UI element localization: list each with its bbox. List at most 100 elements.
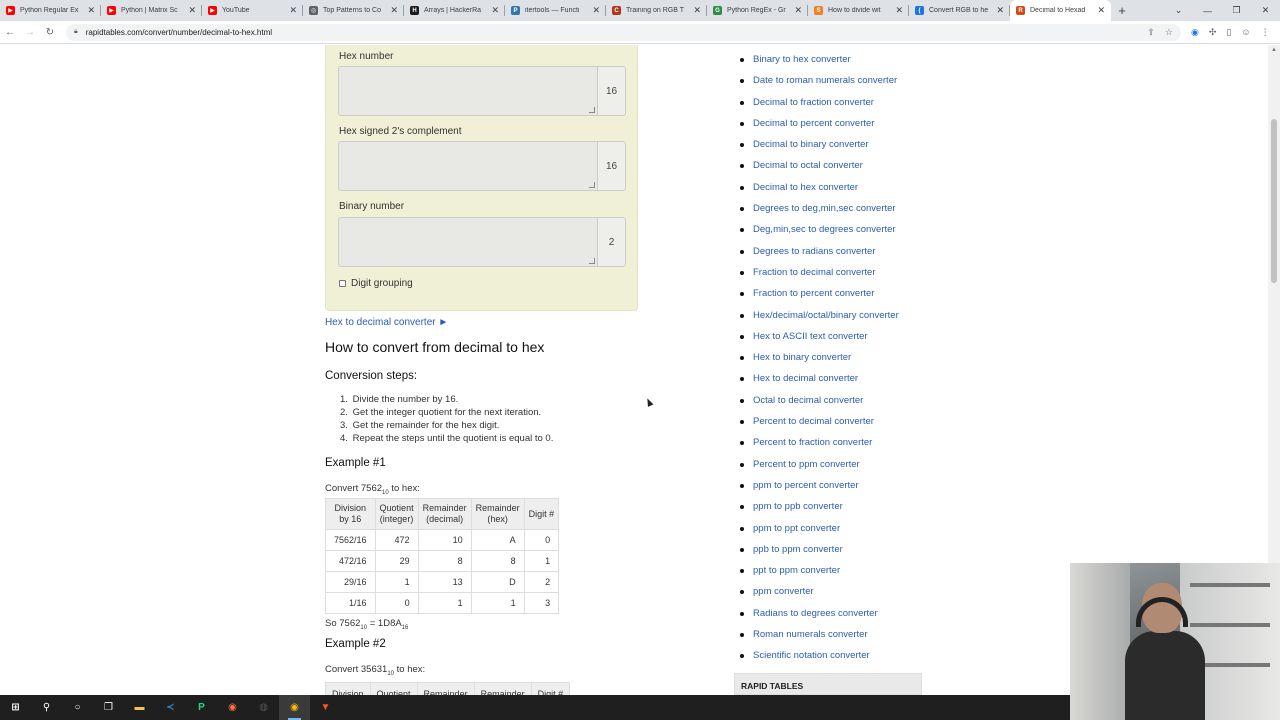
- taskbar-item[interactable]: ❐: [93, 695, 124, 720]
- sidebar-list-item: Hex/decimal/octal/binary converter: [740, 307, 899, 328]
- taskbar-item[interactable]: ≺: [155, 695, 186, 720]
- close-tab-icon[interactable]: ✕: [188, 5, 196, 16]
- taskbar-item[interactable]: ◉: [279, 695, 310, 720]
- sidebar-converter-link[interactable]: Hex to ASCII text converter: [753, 328, 868, 345]
- taskbar-item[interactable]: ⚲: [31, 695, 62, 720]
- sidebar-converter-link[interactable]: Fraction to percent converter: [753, 285, 874, 302]
- close-tab-icon[interactable]: ✕: [895, 5, 903, 16]
- address-bar[interactable]: 🔒︎ rapidtables.com/convert/number/decima…: [66, 23, 1181, 41]
- taskbar-item[interactable]: P: [186, 695, 217, 720]
- taskbar-item[interactable]: ○: [62, 695, 93, 720]
- sidebar-converter-link[interactable]: Percent to fraction converter: [753, 434, 872, 451]
- windows-taskbar: ⊞ ⚲ ○ ❐ ▬ ≺ P ◉ ◍ ◉ ▼: [0, 695, 1070, 720]
- puzzle-extensions-icon[interactable]: ✣: [1209, 27, 1217, 38]
- browser-tab[interactable]: ◎ Top Patterns to Co ✕: [303, 0, 404, 21]
- sidebar-converter-link[interactable]: Degrees to deg,min,sec converter: [753, 200, 896, 217]
- hex-number-textarea[interactable]: [338, 66, 598, 116]
- hex-to-decimal-link[interactable]: Hex to decimal converter ►: [325, 317, 448, 328]
- table-cell: 0: [374, 592, 419, 614]
- close-tab-icon[interactable]: ✕: [794, 5, 802, 16]
- bookmark-star-icon[interactable]: ☆: [1165, 27, 1173, 38]
- table-cell: 1/16: [325, 592, 376, 614]
- browser-tab[interactable]: C Training on RGB T ✕: [606, 0, 707, 21]
- browser-tab[interactable]: G Python RegEx - Gr ✕: [707, 0, 808, 21]
- sidebar-converter-link[interactable]: Date to roman numerals converter: [753, 72, 897, 89]
- sidebar-converter-link[interactable]: ppm to ppb converter: [753, 498, 843, 515]
- close-tab-icon[interactable]: ✕: [390, 5, 398, 16]
- hex-2s-complement-textarea[interactable]: [338, 141, 598, 191]
- search-icon: ⚲: [42, 702, 51, 713]
- table-header-cell: Quotient (integer): [374, 498, 419, 530]
- sidebar-converter-link[interactable]: Percent to ppm converter: [753, 456, 860, 473]
- sidebar-converter-link[interactable]: Deg,min,sec to degrees converter: [753, 221, 896, 238]
- conversion-steps-list: 1. Divide the number by 16. 2. Get the in…: [340, 393, 553, 445]
- maximize-icon[interactable]: ❐: [1222, 5, 1251, 16]
- scrollbar-thumb[interactable]: [1271, 119, 1277, 283]
- sidebar-converter-link[interactable]: Decimal to hex converter: [753, 179, 858, 196]
- sidebar-converter-link[interactable]: ppt to ppm converter: [753, 562, 840, 579]
- close-tab-icon[interactable]: ✕: [693, 5, 701, 16]
- sidebar-converter-link[interactable]: Fraction to decimal converter: [753, 264, 876, 281]
- close-window-icon[interactable]: ✕: [1251, 5, 1280, 16]
- browser-tab[interactable]: S How to divide wit ✕: [808, 0, 909, 21]
- sidebar-converter-link[interactable]: Scientific notation converter: [753, 647, 870, 664]
- side-panel-icon[interactable]: ▯: [1226, 27, 1231, 38]
- lock-icon[interactable]: 🔒︎: [74, 28, 78, 36]
- binary-number-textarea[interactable]: [338, 217, 598, 267]
- tab-search-icon[interactable]: ⌄: [1164, 5, 1193, 16]
- browser-tab[interactable]: ▶ Python | Matrix Sc ✕: [101, 0, 202, 21]
- sidebar-converter-link[interactable]: Radians to degrees converter: [753, 605, 878, 622]
- sidebar-converter-link[interactable]: ppm to percent converter: [753, 477, 859, 494]
- browser-tab[interactable]: ▶ Python Regular Ex ✕: [0, 0, 101, 21]
- share-icon[interactable]: ⇪: [1147, 27, 1155, 38]
- sidebar-converter-link[interactable]: Binary to hex converter: [753, 51, 851, 68]
- new-tab-button[interactable]: +: [1111, 0, 1133, 21]
- profile-icon[interactable]: ☺: [1241, 27, 1250, 38]
- back-icon[interactable]: ←: [0, 27, 20, 38]
- sidebar-converter-link[interactable]: Degrees to radians converter: [753, 243, 876, 260]
- close-tab-icon[interactable]: ✕: [1097, 5, 1105, 16]
- minimize-icon[interactable]: —: [1193, 6, 1222, 16]
- sidebar-converter-link[interactable]: Decimal to fraction converter: [753, 94, 874, 111]
- reload-icon[interactable]: ↻: [40, 27, 60, 38]
- sidebar-converter-link[interactable]: Roman numerals converter: [753, 626, 868, 643]
- sidebar-converter-link[interactable]: Decimal to octal converter: [753, 157, 863, 174]
- extension-icon[interactable]: ◉: [1191, 27, 1199, 38]
- taskbar-item[interactable]: ◍: [248, 695, 279, 720]
- step-text: Divide the number by 16.: [352, 394, 459, 405]
- digit-grouping-checkbox[interactable]: [339, 280, 346, 287]
- browser-tab[interactable]: H Arrays | HackerRa ✕: [404, 0, 505, 21]
- close-tab-icon[interactable]: ✕: [87, 5, 95, 16]
- forward-icon[interactable]: →: [20, 27, 40, 38]
- sidebar-converter-link[interactable]: Decimal to binary converter: [753, 136, 869, 153]
- browser-tab[interactable]: R Decimal to Hexad ✕: [1010, 0, 1111, 21]
- sidebar-converter-link[interactable]: Percent to decimal converter: [753, 413, 874, 430]
- close-tab-icon[interactable]: ✕: [592, 5, 600, 16]
- pycharm-icon: P: [198, 702, 205, 713]
- sidebar-converter-link[interactable]: ppm converter: [753, 583, 814, 600]
- close-tab-icon[interactable]: ✕: [289, 5, 297, 16]
- sidebar-converter-link[interactable]: ppm to ppt converter: [753, 520, 840, 537]
- taskbar-item[interactable]: ⊞: [0, 695, 31, 720]
- table-cell: 1: [417, 592, 472, 614]
- taskbar-item[interactable]: ▼: [310, 695, 341, 720]
- sidebar-converter-link[interactable]: ppb to ppm converter: [753, 541, 843, 558]
- sidebar-converter-link[interactable]: Hex to decimal converter: [753, 370, 858, 387]
- browser-tab[interactable]: {Convert RGB to he ✕: [909, 0, 1010, 21]
- browser-tab[interactable]: ▶ YouTube ✕: [202, 0, 303, 21]
- menu-kebab-icon[interactable]: ⋮: [1261, 27, 1270, 38]
- sidebar-converter-link[interactable]: Octal to decimal converter: [753, 392, 863, 409]
- bullet-icon: [740, 121, 744, 126]
- digit-grouping-option[interactable]: Digit grouping: [339, 278, 413, 289]
- close-tab-icon[interactable]: ✕: [491, 5, 499, 16]
- scroll-up-icon[interactable]: ▲: [1271, 47, 1277, 53]
- sidebar-converter-link[interactable]: Decimal to percent converter: [753, 115, 874, 132]
- browser-tab[interactable]: Pitertools — Functi ✕: [505, 0, 606, 21]
- sidebar-converter-link[interactable]: Hex/decimal/octal/binary converter: [753, 307, 899, 324]
- bullet-icon: [740, 547, 744, 552]
- taskbar-item[interactable]: ▬: [124, 695, 155, 720]
- taskbar-item[interactable]: ◉: [217, 695, 248, 720]
- binary-base-label: 2: [598, 217, 626, 267]
- close-tab-icon[interactable]: ✕: [996, 5, 1004, 16]
- sidebar-converter-link[interactable]: Hex to binary converter: [753, 349, 851, 366]
